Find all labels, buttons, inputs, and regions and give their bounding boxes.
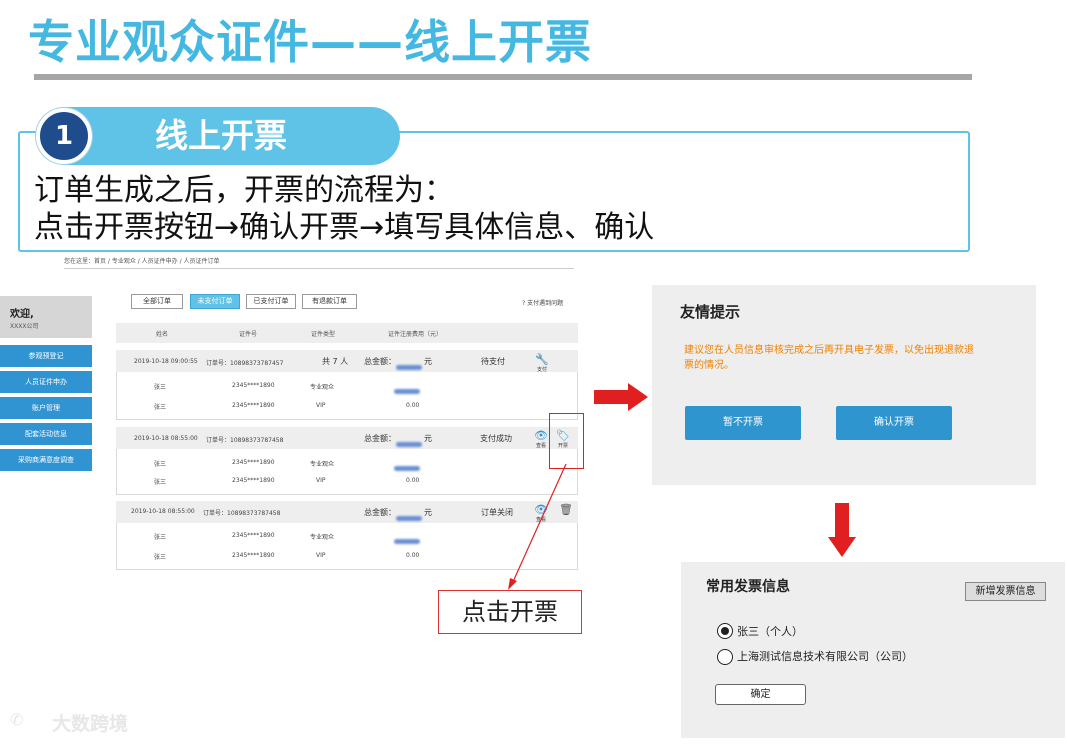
row-type: 专业观众 bbox=[310, 534, 335, 541]
sidebar-item-events[interactable]: 配套活动信息 bbox=[0, 423, 92, 445]
row-name: 张三 bbox=[154, 534, 167, 541]
row-type: VIP bbox=[316, 552, 326, 559]
invoice-option-company-label[interactable]: 上海测试信息技术有限公司（公司） bbox=[737, 648, 913, 664]
row-id: 2345****1890 bbox=[232, 532, 275, 539]
step-title: 线上开票 bbox=[155, 116, 287, 155]
order-total-label: 总金额： bbox=[364, 508, 396, 517]
row-name: 张三 bbox=[154, 461, 167, 468]
row-fee: 0.00 bbox=[406, 402, 420, 409]
sidebar-item-preregister[interactable]: 参观预登记 bbox=[0, 345, 92, 367]
row-id: 2345****1890 bbox=[232, 402, 275, 409]
row-type: VIP bbox=[316, 402, 326, 409]
tab-refund-orders[interactable]: 有退款订单 bbox=[302, 294, 357, 309]
watermark-text: 大数跨境 bbox=[52, 713, 129, 735]
dialog-title: 常用发票信息 bbox=[706, 579, 790, 595]
column-header-fee: 证件注册费用（元） bbox=[388, 331, 443, 338]
sidebar-item-badge-apply[interactable]: 人员证件申办 bbox=[0, 371, 92, 393]
flow-arrow-right-icon bbox=[594, 383, 648, 411]
slide-title: 专业观众证件——线上开票 bbox=[28, 15, 592, 69]
view-label: 查看 bbox=[535, 443, 546, 449]
row-fee-hidden bbox=[394, 381, 420, 400]
row-fee-hidden bbox=[394, 458, 420, 477]
row-id: 2345****1890 bbox=[232, 459, 275, 466]
order-total-unit: 元 bbox=[424, 357, 432, 366]
tab-paid-orders[interactable]: 已支付订单 bbox=[246, 294, 296, 309]
eye-icon: 👁 bbox=[534, 429, 548, 442]
breadcrumb-divider bbox=[64, 268, 574, 269]
welcome-title: 欢迎, bbox=[10, 309, 34, 320]
title-underline bbox=[34, 74, 972, 80]
breadcrumb: 您在这里：首页 / 专业观众 / 人员证件申办 / 人员证件订单 bbox=[64, 258, 220, 265]
order-total-value bbox=[396, 357, 422, 376]
wrench-icon: 🔧 bbox=[535, 353, 549, 366]
order-status: 支付成功 bbox=[480, 434, 512, 443]
invoice-option-company-radio[interactable] bbox=[717, 649, 733, 665]
table-header bbox=[116, 323, 578, 343]
view-button[interactable]: 👁 查看 bbox=[533, 429, 549, 450]
skip-invoice-button[interactable]: 暂不开票 bbox=[685, 406, 801, 440]
sidebar-item-survey[interactable]: 采购商满意度调查 bbox=[0, 449, 92, 471]
welcome-company: XXXX公司 bbox=[10, 323, 39, 330]
dialog-warning-message: 建议您在人员信息审核完成之后再开具电子发票，以免出现退款退票的情况。 bbox=[684, 345, 974, 371]
row-name: 张三 bbox=[154, 479, 167, 486]
row-id: 2345****1890 bbox=[232, 382, 275, 389]
pay-label: 支付 bbox=[536, 367, 547, 373]
row-id: 2345****1890 bbox=[232, 552, 275, 559]
tab-unpaid-orders[interactable]: 未支付订单 bbox=[190, 294, 240, 309]
callout-pointer-arrow bbox=[508, 463, 567, 590]
column-header-name: 姓名 bbox=[156, 331, 169, 338]
order-time: 2019-10-18 08:55:00 bbox=[134, 435, 198, 442]
desc-line-2: 点击开票按钮→确认开票→填写具体信息、确认 bbox=[34, 210, 655, 245]
sidebar-item-account[interactable]: 账户管理 bbox=[0, 397, 92, 419]
row-fee: 0.00 bbox=[406, 552, 420, 559]
row-id: 2345****1890 bbox=[232, 477, 275, 484]
order-total-label: 总金额： bbox=[364, 357, 396, 366]
order-time: 2019-10-18 09:00:55 bbox=[134, 358, 198, 365]
row-name: 张三 bbox=[154, 384, 167, 391]
click-invoice-callout: 点击开票 bbox=[438, 590, 582, 634]
order-total-unit: 元 bbox=[424, 434, 432, 443]
order-number: 订单号：10898373787458 bbox=[203, 510, 281, 517]
order-count: 共 7 人 bbox=[322, 357, 349, 366]
row-type: VIP bbox=[316, 477, 326, 484]
order-total-value bbox=[396, 508, 422, 527]
column-header-id: 证件号 bbox=[239, 331, 258, 338]
order-time: 2019-10-18 08:55:00 bbox=[131, 508, 195, 515]
confirm-button[interactable]: 确定 bbox=[715, 684, 806, 705]
row-type: 专业观众 bbox=[310, 384, 335, 391]
row-fee: 0.00 bbox=[406, 477, 420, 484]
order-number: 订单号：10898373787457 bbox=[206, 360, 284, 367]
dialog-title: 友情提示 bbox=[680, 303, 741, 321]
row-fee-hidden bbox=[394, 531, 420, 550]
order-total-unit: 元 bbox=[424, 508, 432, 517]
desc-line-1: 订单生成之后，开票的流程为： bbox=[34, 173, 454, 208]
invoice-option-personal-label[interactable]: 张三（个人） bbox=[737, 623, 803, 639]
payment-help-link[interactable]: ? 支付遇到问题 bbox=[522, 298, 563, 307]
pay-button[interactable]: 🔧 支付 bbox=[533, 353, 551, 374]
add-invoice-info-button[interactable]: 新增发票信息 bbox=[965, 582, 1046, 601]
order-total-label: 总金额： bbox=[364, 434, 396, 443]
column-header-type: 证件类型 bbox=[311, 331, 336, 338]
step-number-badge: 1 bbox=[36, 108, 92, 164]
order-total-value bbox=[396, 434, 422, 453]
row-type: 专业观众 bbox=[310, 461, 335, 468]
row-name: 张三 bbox=[154, 404, 167, 411]
confirm-invoice-button[interactable]: 确认开票 bbox=[836, 406, 952, 440]
order-number: 订单号：10898373787458 bbox=[206, 437, 284, 444]
tab-all-orders[interactable]: 全部订单 bbox=[131, 294, 183, 309]
watermark-logo-icon: ✆ bbox=[10, 710, 24, 729]
invoice-option-personal-radio[interactable] bbox=[717, 623, 733, 639]
order-status: 待支付 bbox=[481, 357, 505, 366]
row-name: 张三 bbox=[154, 554, 167, 561]
flow-arrow-down-icon bbox=[828, 503, 856, 557]
